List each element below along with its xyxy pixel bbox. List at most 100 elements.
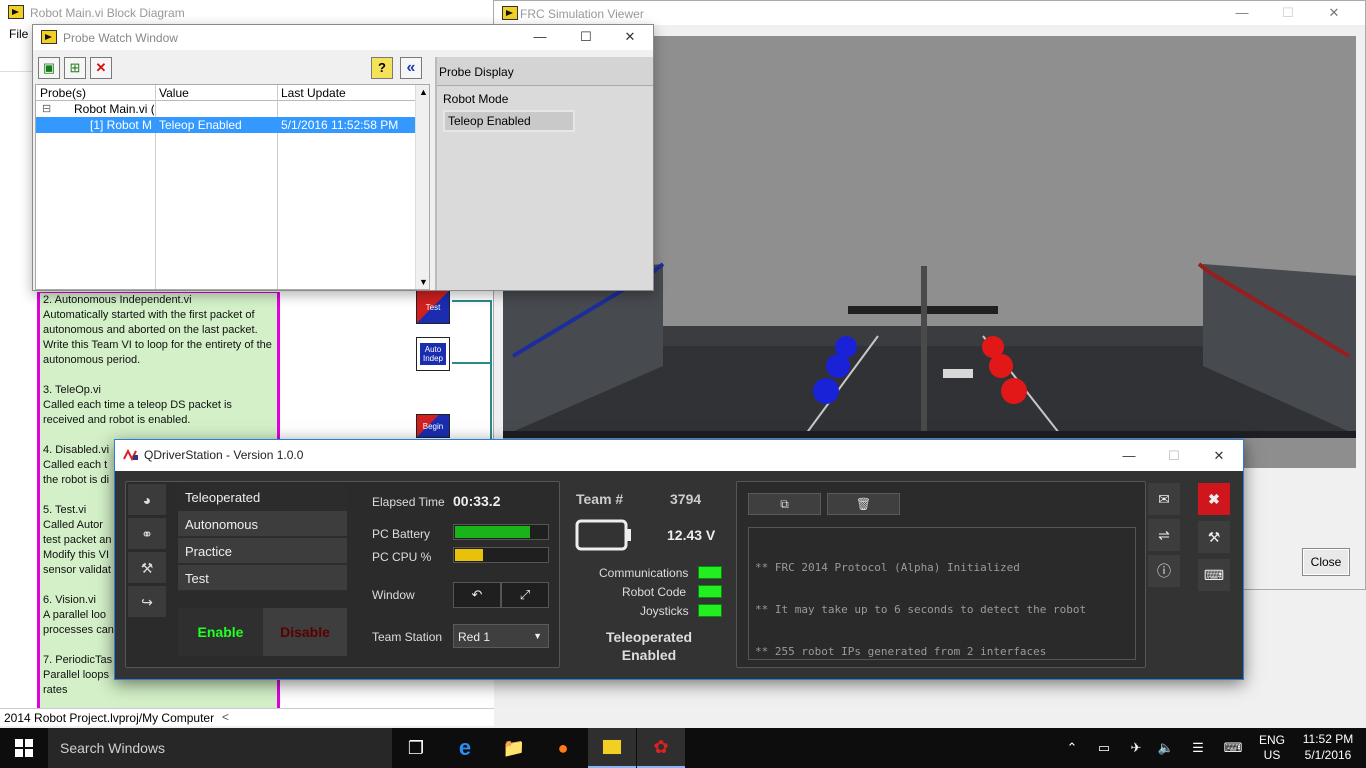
keyboard-tray-icon[interactable]: ⌨ bbox=[1218, 728, 1248, 768]
robot-status-text: Teleoperated Enabled bbox=[605, 629, 693, 663]
probe-display-label: Probe Display bbox=[439, 65, 514, 79]
driver-station-window: QDriverStation - Version 1.0.0 — ☐ ✕ ◕ ⚭… bbox=[114, 439, 1244, 680]
tree-root-row[interactable]: ⊟ Robot Main.vi ( bbox=[36, 101, 415, 117]
close-button[interactable]: ✕ bbox=[1196, 440, 1242, 471]
delete-probe-icon[interactable]: ✕ bbox=[90, 57, 112, 79]
column-header[interactable]: Value bbox=[159, 86, 189, 100]
enable-button[interactable]: Enable bbox=[178, 608, 263, 656]
team-number: 3794 bbox=[670, 491, 702, 507]
pc-cpu-fill bbox=[455, 549, 484, 561]
settings-tab-icon[interactable]: ⚒ bbox=[128, 552, 166, 584]
console-output[interactable]: ** FRC 2014 Protocol (Alpha) Initialized… bbox=[748, 527, 1136, 660]
firefox-icon[interactable]: ● bbox=[539, 728, 587, 768]
probe-table-scrollbar[interactable]: ▲ ▼ bbox=[415, 85, 429, 289]
volume-icon[interactable]: 🔈 bbox=[1154, 728, 1178, 768]
language-indicator[interactable]: ENG US bbox=[1254, 728, 1290, 768]
sim-viewer-titlebar[interactable]: FRC Simulation Viewer — ☐ ✕ bbox=[494, 1, 1365, 25]
probe-table[interactable]: Probe(s) Value Last Update ⊟ Robot Main.… bbox=[35, 84, 430, 290]
column-header[interactable]: Probe(s) bbox=[40, 86, 86, 100]
mode-test[interactable]: Test bbox=[178, 565, 347, 591]
new-probe-icon[interactable]: ▣ bbox=[38, 57, 60, 79]
airplane-mode-icon[interactable]: ✈ bbox=[1124, 728, 1148, 768]
mail-icon[interactable]: ✉ bbox=[1148, 483, 1180, 515]
probe-titlebar[interactable]: Probe Watch Window — ☐ ✕ bbox=[33, 25, 653, 50]
start-button[interactable] bbox=[0, 728, 48, 768]
estop-close-icon[interactable]: ✖ bbox=[1198, 483, 1230, 515]
qdriverstation-taskbar-icon[interactable]: ✿ bbox=[637, 728, 685, 768]
begin-vi-icon[interactable]: Begin bbox=[416, 414, 450, 438]
labview-icon bbox=[602, 739, 622, 755]
tree-root-label: Robot Main.vi ( bbox=[74, 102, 154, 116]
driver-station-titlebar[interactable]: QDriverStation - Version 1.0.0 — ☐ ✕ bbox=[115, 440, 1243, 471]
status-scroll-left[interactable]: < bbox=[222, 710, 229, 724]
wire bbox=[452, 362, 492, 364]
robot-code-label: Robot Code bbox=[622, 585, 687, 599]
table-row[interactable]: [1] Robot M Teleop Enabled 5/1/2016 11:5… bbox=[36, 117, 415, 133]
labview-taskbar-icon[interactable] bbox=[588, 728, 636, 768]
console-line: ** It may take up to 6 seconds to detect… bbox=[755, 603, 1087, 616]
dashboard-tab-icon[interactable]: ◕ bbox=[128, 484, 166, 516]
mode-practice[interactable]: Practice bbox=[178, 538, 347, 564]
taskbar: Search Windows ❐ e 📁 ● ✿ ⌃ ▭ ✈ 🔈 ☰ ⌨ ENG… bbox=[0, 728, 1366, 768]
window-fullscreen-button[interactable]: ⤢ bbox=[501, 582, 549, 608]
window-docked-button[interactable]: ↶ bbox=[453, 582, 501, 608]
labview-icon bbox=[502, 6, 518, 20]
shuffle-icon[interactable]: ⇌ bbox=[1148, 519, 1180, 551]
team-station-select[interactable]: Red 1 ▼ bbox=[453, 624, 549, 648]
team-station-value: Red 1 bbox=[458, 630, 491, 644]
minimize-button[interactable]: — bbox=[517, 25, 563, 49]
close-button[interactable]: ✕ bbox=[1311, 1, 1357, 25]
info-icon[interactable]: ⓘ bbox=[1148, 555, 1180, 587]
edge-icon[interactable]: e bbox=[441, 728, 489, 768]
taskbar-search[interactable]: Search Windows bbox=[48, 728, 392, 768]
console-line: ** 255 robot IPs generated from 2 interf… bbox=[755, 645, 1047, 658]
labview-icon bbox=[8, 5, 24, 19]
tray-chevron-icon[interactable]: ⌃ bbox=[1060, 728, 1084, 768]
wire bbox=[452, 300, 492, 302]
scroll-up-icon[interactable]: ▲ bbox=[419, 87, 428, 97]
block-diagram-title: Robot Main.vi Block Diagram bbox=[30, 6, 185, 20]
block-diagram-titlebar[interactable]: Robot Main.vi Block Diagram bbox=[0, 0, 494, 24]
help-icon[interactable]: ? bbox=[371, 57, 393, 79]
team-label: Team # bbox=[576, 491, 624, 507]
wrench-icon[interactable]: ⚒ bbox=[1198, 521, 1230, 553]
mode-autonomous[interactable]: Autonomous bbox=[178, 511, 347, 537]
test-vi-icon[interactable]: Test bbox=[416, 290, 450, 324]
file-explorer-icon[interactable]: 📁 bbox=[490, 728, 538, 768]
console-line: ** FRC 2014 Protocol (Alpha) Initialized bbox=[755, 561, 1020, 574]
tree-toggle-icon[interactable]: ⊟ bbox=[42, 102, 51, 115]
sim-close-button[interactable]: Close bbox=[1302, 548, 1350, 576]
auto-indep-vi-icon[interactable]: Auto Indep bbox=[416, 337, 450, 371]
mode-teleoperated[interactable]: Teleoperated bbox=[178, 484, 347, 510]
communications-led bbox=[698, 566, 722, 579]
clear-button[interactable]: 🗑 bbox=[827, 493, 900, 515]
minimize-button[interactable]: — bbox=[1106, 440, 1152, 471]
maximize-button[interactable]: ☐ bbox=[1265, 1, 1311, 25]
value-cell: Teleop Enabled bbox=[159, 118, 242, 132]
pc-cpu-bar bbox=[453, 547, 549, 563]
maximize-button[interactable]: ☐ bbox=[1151, 440, 1197, 471]
action-center-icon[interactable]: ☰ bbox=[1186, 728, 1210, 768]
disable-button[interactable]: Disable bbox=[263, 608, 347, 656]
diagnostics-tab-icon[interactable]: ⚭ bbox=[128, 518, 166, 550]
usb-tab-icon[interactable]: ↪ bbox=[128, 586, 166, 618]
battery-tray-icon[interactable]: ▭ bbox=[1092, 728, 1116, 768]
menu-file[interactable]: File bbox=[9, 27, 28, 41]
robot-battery-icon bbox=[575, 519, 631, 551]
pc-battery-label: PC Battery bbox=[372, 527, 431, 541]
minimize-button[interactable]: — bbox=[1219, 1, 1265, 25]
add-probe-icon[interactable]: ⊞ bbox=[64, 57, 86, 79]
labview-icon bbox=[41, 30, 57, 44]
sim-scrollbar[interactable] bbox=[1356, 25, 1365, 589]
elapsed-time-label: Elapsed Time bbox=[372, 495, 445, 509]
close-button[interactable]: ✕ bbox=[607, 25, 653, 49]
clock[interactable]: 11:52 PM 5/1/2016 bbox=[1293, 731, 1363, 763]
task-view-icon[interactable]: ❐ bbox=[392, 728, 440, 768]
collapse-icon[interactable]: « bbox=[400, 57, 422, 79]
joysticks-led bbox=[698, 604, 722, 617]
maximize-button[interactable]: ☐ bbox=[563, 25, 609, 49]
scroll-down-icon[interactable]: ▼ bbox=[419, 277, 428, 287]
copy-button[interactable]: ⧉ bbox=[748, 493, 821, 515]
keyboard-icon[interactable]: ⌨ bbox=[1198, 559, 1230, 591]
column-header[interactable]: Last Update bbox=[281, 86, 346, 100]
